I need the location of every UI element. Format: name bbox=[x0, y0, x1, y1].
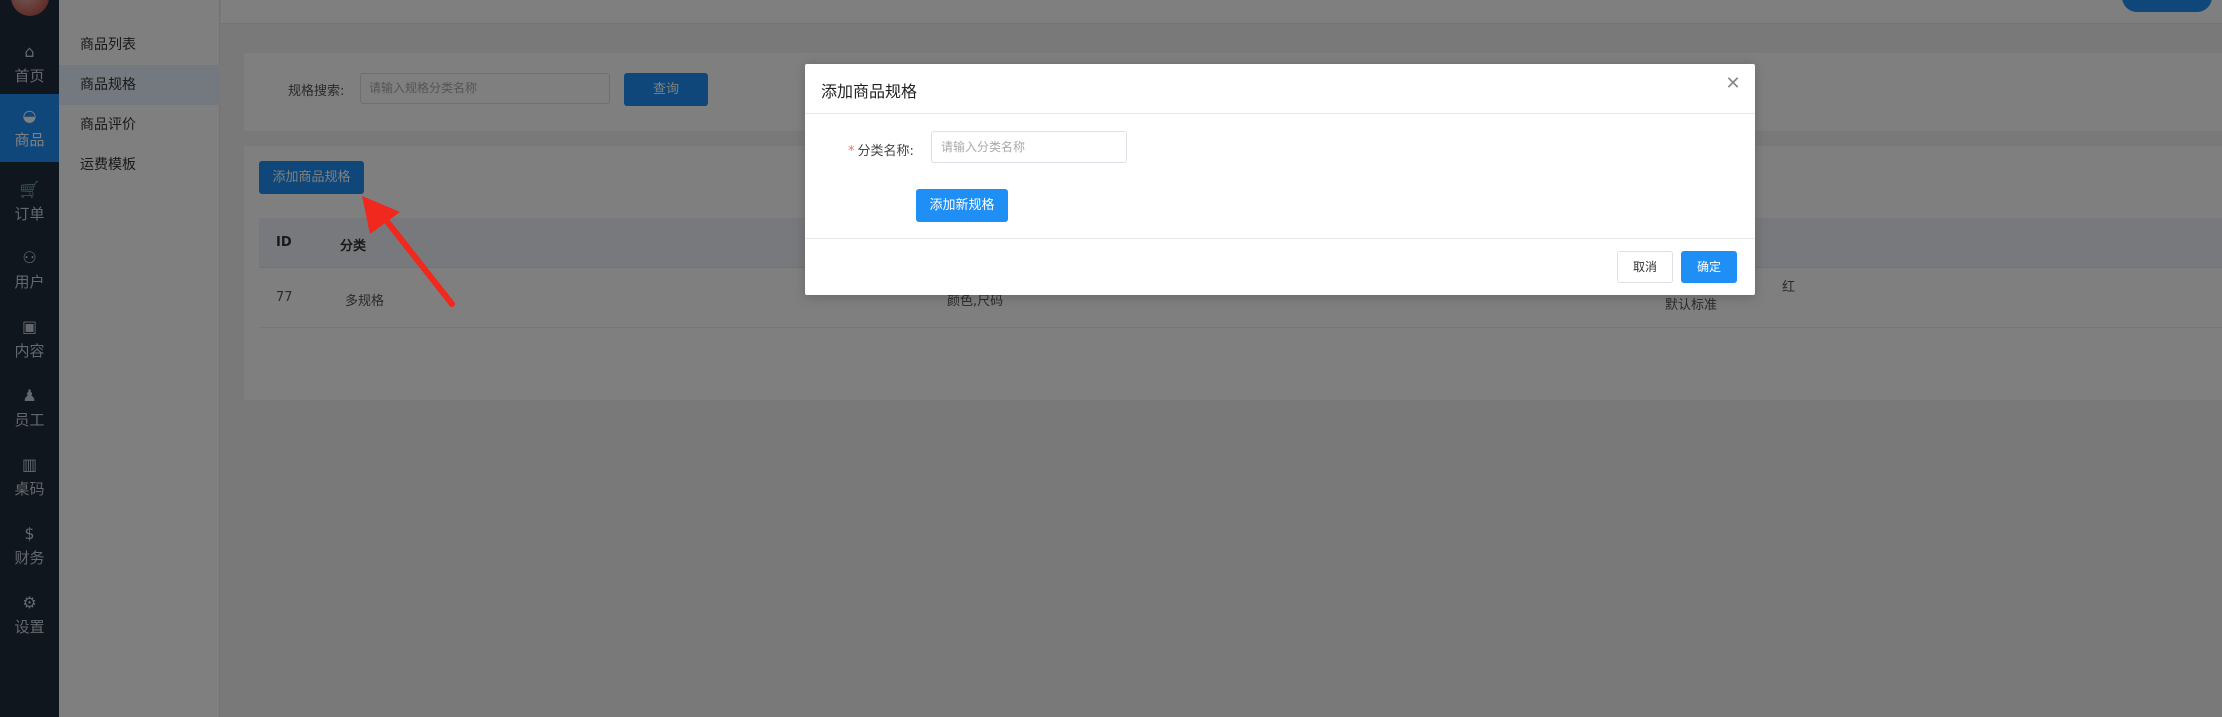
category-name-label: * 分类名称: bbox=[848, 140, 914, 159]
dialog-divider bbox=[805, 113, 1755, 114]
close-icon[interactable]: ✕ bbox=[1723, 74, 1743, 94]
category-name-input[interactable]: 请输入分类名称 bbox=[931, 131, 1127, 163]
dialog-title: 添加商品规格 bbox=[821, 82, 918, 101]
add-new-spec-button[interactable]: 添加新规格 bbox=[916, 189, 1008, 222]
category-name-label-text: 分类名称: bbox=[857, 144, 914, 159]
confirm-button[interactable]: 确定 bbox=[1681, 251, 1737, 283]
annotation-arrow-icon bbox=[362, 196, 455, 307]
add-spec-dialog: 添加商品规格 ✕ * 分类名称: 请输入分类名称 添加新规格 取消 确定 bbox=[805, 64, 1755, 295]
required-mark: * bbox=[848, 144, 855, 159]
dialog-footer-divider bbox=[805, 238, 1755, 239]
cancel-button[interactable]: 取消 bbox=[1617, 251, 1673, 283]
